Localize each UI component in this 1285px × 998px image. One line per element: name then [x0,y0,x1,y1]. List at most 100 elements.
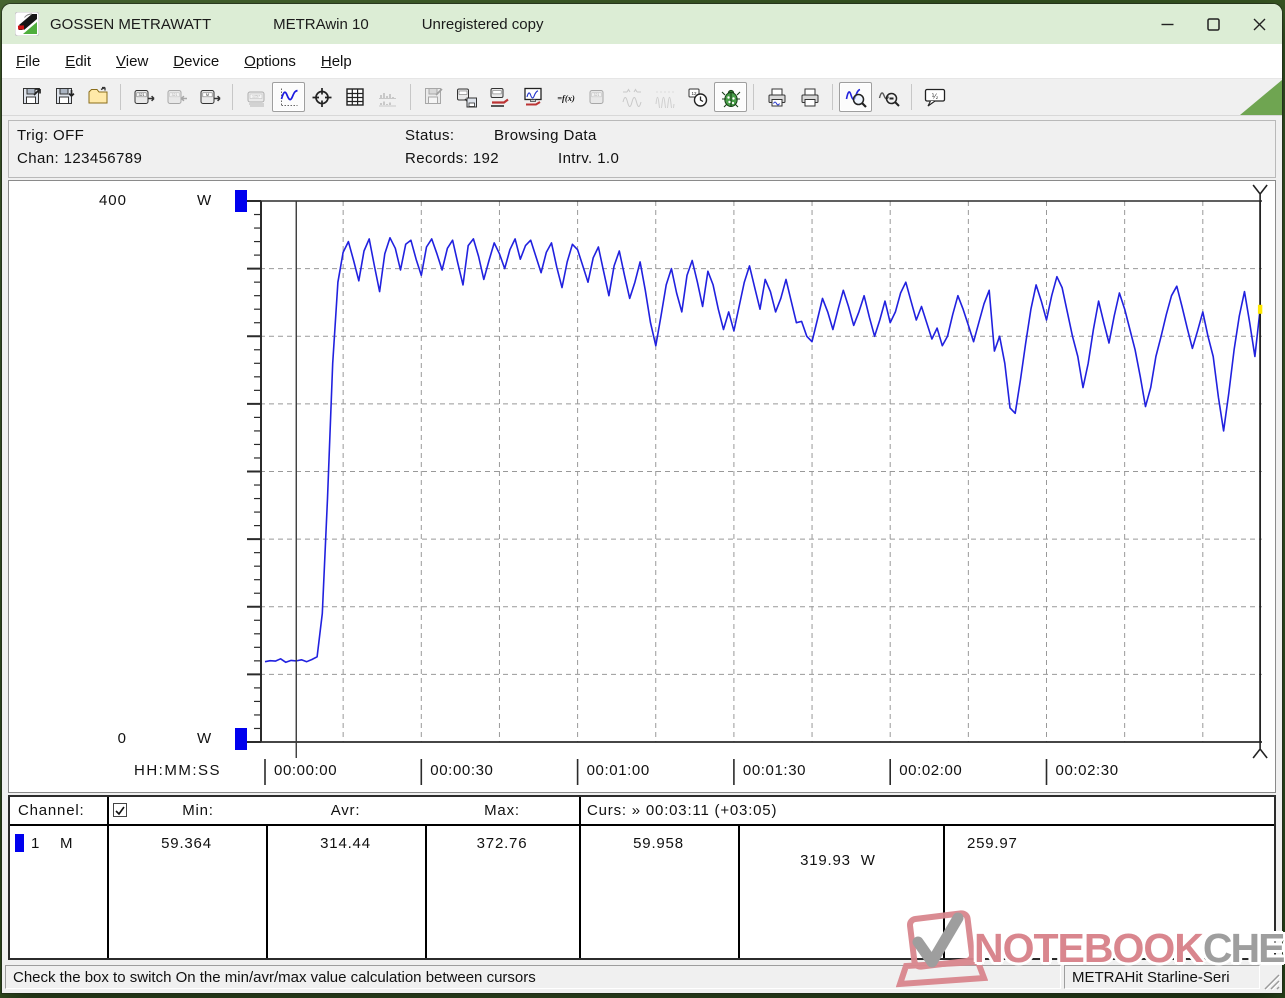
status-message-panel: Check the box to switch On the min/avr/m… [5,965,1061,989]
app-window: GOSSEN METRAWATT METRAwin 10 Unregistere… [2,4,1282,993]
trigger-status: Trig: OFF [17,127,84,144]
zoom-curve-icon [845,86,867,108]
zoom-out-icon [878,86,900,108]
table-view-icon [344,86,366,108]
print-button[interactable] [793,82,826,112]
acquisition-info-panel: Trig: OFF Chan: 123456789 Status: Browsi… [8,120,1276,178]
status-label: Status: [405,127,455,144]
toolbar-separator [832,84,833,110]
resize-grip[interactable] [1262,972,1280,990]
menu-edit[interactable]: Edit [54,47,102,76]
channel-marker-top [235,190,247,212]
menu-help[interactable]: Help [310,47,363,76]
checkmark-icon [114,805,126,817]
write-device-icon: 321 [166,86,188,108]
minimize-button[interactable] [1144,4,1190,44]
save-export-button[interactable] [15,82,48,112]
zoom-out-button[interactable] [872,82,905,112]
cursor-diff-value: 259.97 [967,835,1018,852]
channel-marker-bottom [235,728,247,750]
svg-text:321: 321 [138,93,144,97]
save-button[interactable] [48,82,81,112]
read-device-button[interactable]: 321 [127,82,160,112]
cursor-a-value: 59.958 [579,835,738,852]
minmax-checkbox[interactable] [113,803,127,817]
power-curve [265,238,1260,663]
cursor-right-top-handle[interactable] [1253,185,1267,201]
print-preview-button[interactable] [760,82,793,112]
read-memory-button[interactable]: M [193,82,226,112]
histogram-view-button [371,82,404,112]
monitor-config-button[interactable] [516,82,549,112]
export-file-icon [423,86,445,108]
svg-text:321: 321 [171,93,177,97]
toolbar-separator [753,84,754,110]
store-device-icon [456,86,478,108]
y-axis-unit-top: W [197,192,212,209]
window-controls [1144,4,1282,44]
channel-type: M [60,835,73,852]
display-1257-icon: 1257 [245,86,267,108]
maximize-icon [1205,16,1222,33]
menu-options[interactable]: Options [233,47,307,76]
table-view-button[interactable] [338,82,371,112]
x-tick-label: 00:02:00 [899,762,962,779]
waveform-a-button [615,82,648,112]
waveform-a-icon [621,86,643,108]
minimize-icon [1159,16,1176,33]
toolbar-separator [410,84,411,110]
y-axis-unit-bottom: W [197,730,212,747]
close-icon [1251,16,1268,33]
table-header-avr: Avr: [266,802,425,819]
annotation-icon: ⅟₂ [924,86,946,108]
window-title-note: Unregistered copy [422,16,544,33]
device-name-panel: METRAHit Starline-Seri [1064,965,1260,989]
menu-device[interactable]: Device [162,47,230,76]
device-321-button: 321 [582,82,615,112]
display-1257-button: 1257 [239,82,272,112]
export-file-button [417,82,450,112]
status-value: Browsing Data [494,127,597,144]
records-count: Records: 192 [405,150,499,167]
table-header-max: Max: [425,802,579,819]
svg-text:⅟₂: ⅟₂ [931,93,938,100]
channel-max-value: 372.76 [425,835,579,852]
read-memory-icon: M [199,86,221,108]
bug-demo-icon [720,86,742,108]
menu-view[interactable]: View [105,47,159,76]
channel-status: Chan: 123456789 [17,150,142,167]
svg-text:=f(x): =f(x) [557,93,575,103]
y-axis-min-label: 0 [81,730,127,747]
device-config-button[interactable] [483,82,516,112]
time-sync-button[interactable]: 12 [681,82,714,112]
menu-bar: File Edit View Device Options Help [2,44,1282,79]
svg-text:321: 321 [593,93,599,97]
svg-text:M: M [206,93,209,97]
device-name: METRAHit Starline-Seri [1072,969,1230,986]
formula-fx-button[interactable]: =f(x) [549,82,582,112]
menu-file[interactable]: File [5,47,51,76]
toolbar-separator [232,84,233,110]
time-sync-icon: 12 [687,86,709,108]
monitor-config-icon [522,86,544,108]
store-device-button[interactable] [450,82,483,112]
crosshair-view-icon [311,86,333,108]
channel-row-color-marker [15,834,24,852]
waveform-b-icon [654,86,676,108]
x-tick-label: 00:01:30 [743,762,806,779]
cursor-right-bottom-handle[interactable] [1253,742,1267,758]
annotation-button[interactable]: ⅟₂ [918,82,951,112]
cursor-b-value: 319.93 W [738,835,908,886]
x-tick-label: 00:00:00 [274,762,337,779]
open-folder-button[interactable] [81,82,114,112]
cursor-right-highlight [1258,305,1262,314]
chart-view-button[interactable] [272,82,305,112]
crosshair-view-button[interactable] [305,82,338,112]
close-button[interactable] [1236,4,1282,44]
x-tick-label: 00:02:30 [1056,762,1119,779]
zoom-curve-button[interactable] [839,82,872,112]
bug-demo-button[interactable] [714,82,747,112]
interval-value: Intrv. 1.0 [558,150,619,167]
maximize-button[interactable] [1190,4,1236,44]
read-device-icon: 321 [133,86,155,108]
